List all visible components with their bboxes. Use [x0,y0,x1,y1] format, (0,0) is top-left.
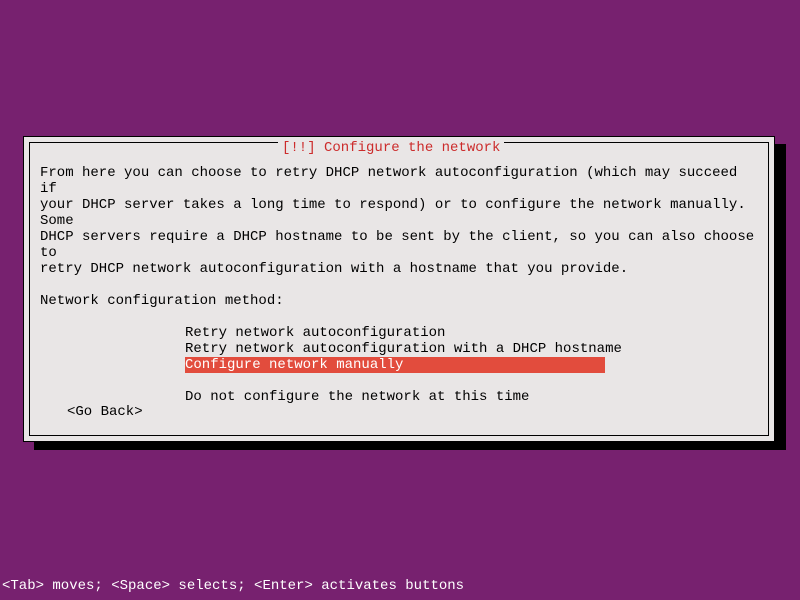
config-method-label: Network configuration method: [40,293,758,309]
menu-item-retry-autoconfig-hostname[interactable]: Retry network autoconfiguration with a D… [185,341,605,357]
dialog-description: From here you can choose to retry DHCP n… [40,165,758,277]
dialog-title: [!!] Configure the network [278,140,504,156]
go-back-button[interactable]: <Go Back> [67,404,143,420]
menu-spacer [185,373,758,389]
config-method-menu: Retry network autoconfiguration Retry ne… [185,325,758,405]
dialog-content: From here you can choose to retry DHCP n… [40,165,758,405]
menu-item-do-not-configure[interactable]: Do not configure the network at this tim… [185,389,605,405]
dialog-border: [!!] Configure the network From here you… [29,142,769,436]
network-config-dialog: [!!] Configure the network From here you… [23,136,775,442]
menu-item-retry-autoconfig[interactable]: Retry network autoconfiguration [185,325,605,341]
keyboard-hint-bar: <Tab> moves; <Space> selects; <Enter> ac… [2,578,464,594]
menu-item-configure-manually[interactable]: Configure network manually [185,357,605,373]
